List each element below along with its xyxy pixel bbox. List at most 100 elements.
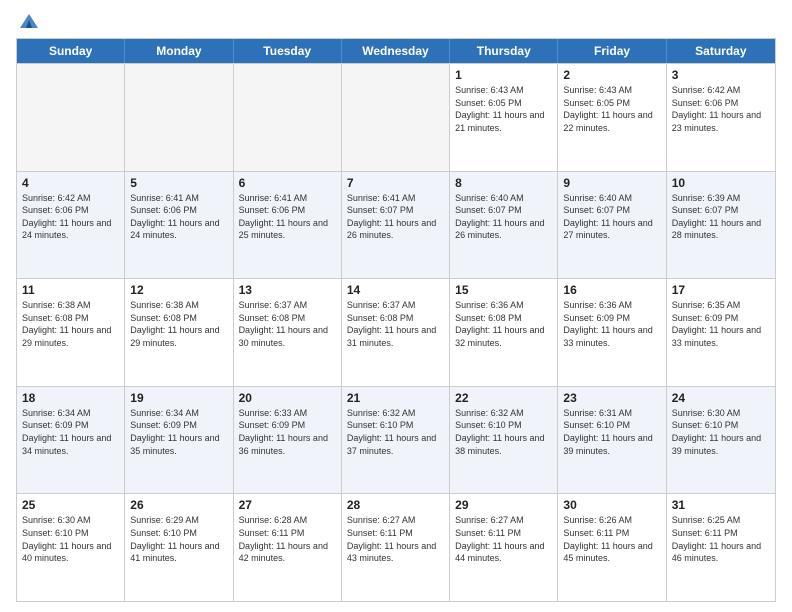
day-number: 21 xyxy=(347,391,444,405)
calendar-cell: 1 Sunrise: 6:43 AMSunset: 6:05 PMDaylight… xyxy=(450,64,558,171)
calendar-cell: 27 Sunrise: 6:28 AMSunset: 6:11 PMDayligh… xyxy=(234,494,342,601)
day-info: Sunrise: 6:29 AMSunset: 6:10 PMDaylight:… xyxy=(130,514,227,564)
calendar: SundayMondayTuesdayWednesdayThursdayFrid… xyxy=(16,38,776,602)
day-number: 4 xyxy=(22,176,119,190)
day-number: 27 xyxy=(239,498,336,512)
calendar-cell: 20 Sunrise: 6:33 AMSunset: 6:09 PMDayligh… xyxy=(234,387,342,494)
calendar-cell: 31 Sunrise: 6:25 AMSunset: 6:11 PMDayligh… xyxy=(667,494,775,601)
day-info: Sunrise: 6:32 AMSunset: 6:10 PMDaylight:… xyxy=(455,407,552,457)
calendar-cell: 29 Sunrise: 6:27 AMSunset: 6:11 PMDayligh… xyxy=(450,494,558,601)
logo-icon xyxy=(18,10,40,32)
calendar-cell: 26 Sunrise: 6:29 AMSunset: 6:10 PMDayligh… xyxy=(125,494,233,601)
calendar-row: 4 Sunrise: 6:42 AMSunset: 6:06 PMDaylight… xyxy=(17,171,775,279)
calendar-cell: 16Sunrise: 6:36 AMSunset: 6:09 PMDayligh… xyxy=(558,279,666,386)
day-info: Sunrise: 6:38 AMSunset: 6:08 PMDaylight:… xyxy=(130,299,227,349)
logo xyxy=(16,14,40,32)
calendar-cell: 25Sunrise: 6:30 AMSunset: 6:10 PMDayligh… xyxy=(17,494,125,601)
day-number: 30 xyxy=(563,498,660,512)
calendar-row: 18 Sunrise: 6:34 AMSunset: 6:09 PMDayligh… xyxy=(17,386,775,494)
day-number: 8 xyxy=(455,176,552,190)
calendar-cell: 28 Sunrise: 6:27 AMSunset: 6:11 PMDayligh… xyxy=(342,494,450,601)
day-info: Sunrise: 6:27 AMSunset: 6:11 PMDaylight:… xyxy=(455,514,552,564)
day-number: 24 xyxy=(672,391,770,405)
day-info: Sunrise: 6:42 AMSunset: 6:06 PMDaylight:… xyxy=(672,84,770,134)
day-number: 17 xyxy=(672,283,770,297)
day-number: 19 xyxy=(130,391,227,405)
day-info: Sunrise: 6:25 AMSunset: 6:11 PMDaylight:… xyxy=(672,514,770,564)
day-info: Sunrise: 6:28 AMSunset: 6:11 PMDaylight:… xyxy=(239,514,336,564)
day-number: 31 xyxy=(672,498,770,512)
day-info: Sunrise: 6:34 AMSunset: 6:09 PMDaylight:… xyxy=(22,407,119,457)
calendar-cell: 15 Sunrise: 6:36 AMSunset: 6:08 PMDayligh… xyxy=(450,279,558,386)
day-info: Sunrise: 6:40 AMSunset: 6:07 PMDaylight:… xyxy=(455,192,552,242)
day-info: Sunrise: 6:40 AMSunset: 6:07 PMDaylight:… xyxy=(563,192,660,242)
day-info: Sunrise: 6:36 AMSunset: 6:08 PMDaylight:… xyxy=(455,299,552,349)
calendar-body: 1 Sunrise: 6:43 AMSunset: 6:05 PMDaylight… xyxy=(17,63,775,601)
calendar-cell: 24 Sunrise: 6:30 AMSunset: 6:10 PMDayligh… xyxy=(667,387,775,494)
day-info: Sunrise: 6:31 AMSunset: 6:10 PMDaylight:… xyxy=(563,407,660,457)
day-number: 10 xyxy=(672,176,770,190)
header-day: Sunday xyxy=(17,39,125,63)
day-info: Sunrise: 6:33 AMSunset: 6:09 PMDaylight:… xyxy=(239,407,336,457)
calendar-cell: 5 Sunrise: 6:41 AMSunset: 6:06 PMDaylight… xyxy=(125,172,233,279)
day-number: 26 xyxy=(130,498,227,512)
calendar-cell: 17 Sunrise: 6:35 AMSunset: 6:09 PMDayligh… xyxy=(667,279,775,386)
day-number: 9 xyxy=(563,176,660,190)
calendar-cell: 21Sunrise: 6:32 AMSunset: 6:10 PMDayligh… xyxy=(342,387,450,494)
day-info: Sunrise: 6:41 AMSunset: 6:07 PMDaylight:… xyxy=(347,192,444,242)
day-info: Sunrise: 6:27 AMSunset: 6:11 PMDaylight:… xyxy=(347,514,444,564)
calendar-cell: 30 Sunrise: 6:26 AMSunset: 6:11 PMDayligh… xyxy=(558,494,666,601)
header-day: Monday xyxy=(125,39,233,63)
calendar-header: SundayMondayTuesdayWednesdayThursdayFrid… xyxy=(17,39,775,63)
day-info: Sunrise: 6:35 AMSunset: 6:09 PMDaylight:… xyxy=(672,299,770,349)
top-area xyxy=(16,12,776,32)
day-info: Sunrise: 6:26 AMSunset: 6:11 PMDaylight:… xyxy=(563,514,660,564)
calendar-cell: 6Sunrise: 6:41 AMSunset: 6:06 PMDaylight… xyxy=(234,172,342,279)
day-number: 20 xyxy=(239,391,336,405)
day-number: 2 xyxy=(563,68,660,82)
calendar-cell: 7 Sunrise: 6:41 AMSunset: 6:07 PMDaylight… xyxy=(342,172,450,279)
calendar-cell xyxy=(17,64,125,171)
day-info: Sunrise: 6:42 AMSunset: 6:06 PMDaylight:… xyxy=(22,192,119,242)
day-info: Sunrise: 6:37 AMSunset: 6:08 PMDaylight:… xyxy=(239,299,336,349)
header-day: Thursday xyxy=(450,39,558,63)
day-number: 5 xyxy=(130,176,227,190)
calendar-cell: 19Sunrise: 6:34 AMSunset: 6:09 PMDayligh… xyxy=(125,387,233,494)
day-info: Sunrise: 6:43 AMSunset: 6:05 PMDaylight:… xyxy=(455,84,552,134)
day-number: 29 xyxy=(455,498,552,512)
day-number: 1 xyxy=(455,68,552,82)
day-number: 18 xyxy=(22,391,119,405)
day-number: 3 xyxy=(672,68,770,82)
page: SundayMondayTuesdayWednesdayThursdayFrid… xyxy=(0,0,792,612)
calendar-cell: 13Sunrise: 6:37 AMSunset: 6:08 PMDayligh… xyxy=(234,279,342,386)
day-number: 11 xyxy=(22,283,119,297)
calendar-row: 11 Sunrise: 6:38 AMSunset: 6:08 PMDayligh… xyxy=(17,278,775,386)
calendar-cell: 11 Sunrise: 6:38 AMSunset: 6:08 PMDayligh… xyxy=(17,279,125,386)
calendar-cell: 4 Sunrise: 6:42 AMSunset: 6:06 PMDaylight… xyxy=(17,172,125,279)
calendar-cell xyxy=(234,64,342,171)
day-number: 22 xyxy=(455,391,552,405)
day-number: 14 xyxy=(347,283,444,297)
day-info: Sunrise: 6:39 AMSunset: 6:07 PMDaylight:… xyxy=(672,192,770,242)
day-number: 16 xyxy=(563,283,660,297)
day-number: 25 xyxy=(22,498,119,512)
calendar-cell xyxy=(125,64,233,171)
day-info: Sunrise: 6:37 AMSunset: 6:08 PMDaylight:… xyxy=(347,299,444,349)
day-number: 12 xyxy=(130,283,227,297)
day-number: 15 xyxy=(455,283,552,297)
day-number: 7 xyxy=(347,176,444,190)
calendar-row: 1 Sunrise: 6:43 AMSunset: 6:05 PMDaylight… xyxy=(17,63,775,171)
calendar-row: 25Sunrise: 6:30 AMSunset: 6:10 PMDayligh… xyxy=(17,493,775,601)
day-info: Sunrise: 6:38 AMSunset: 6:08 PMDaylight:… xyxy=(22,299,119,349)
calendar-cell: 22 Sunrise: 6:32 AMSunset: 6:10 PMDayligh… xyxy=(450,387,558,494)
calendar-cell: 18 Sunrise: 6:34 AMSunset: 6:09 PMDayligh… xyxy=(17,387,125,494)
calendar-cell: 8 Sunrise: 6:40 AMSunset: 6:07 PMDaylight… xyxy=(450,172,558,279)
calendar-cell: 10 Sunrise: 6:39 AMSunset: 6:07 PMDayligh… xyxy=(667,172,775,279)
day-number: 28 xyxy=(347,498,444,512)
day-info: Sunrise: 6:30 AMSunset: 6:10 PMDaylight:… xyxy=(672,407,770,457)
day-info: Sunrise: 6:41 AMSunset: 6:06 PMDaylight:… xyxy=(130,192,227,242)
day-info: Sunrise: 6:41 AMSunset: 6:06 PMDaylight:… xyxy=(239,192,336,242)
day-info: Sunrise: 6:43 AMSunset: 6:05 PMDaylight:… xyxy=(563,84,660,134)
header-day: Friday xyxy=(558,39,666,63)
calendar-cell: 14 Sunrise: 6:37 AMSunset: 6:08 PMDayligh… xyxy=(342,279,450,386)
